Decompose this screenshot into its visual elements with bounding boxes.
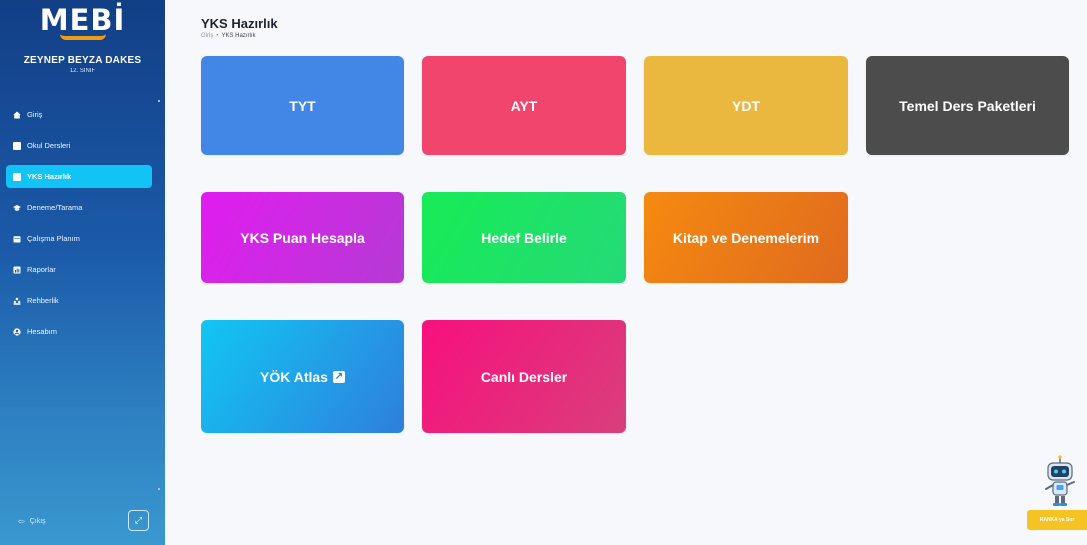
sidebar-item-rehberlik[interactable]: Rehberlik: [6, 289, 152, 312]
sidebar-item-label: Çalışma Planım: [27, 234, 80, 243]
tile-label: TYT: [289, 97, 316, 114]
sidebar-item-label: Giriş: [27, 110, 43, 119]
tile-canli-dersler[interactable]: Canlı Dersler: [422, 320, 626, 433]
tile-label: Kitap ve Denemelerim: [672, 229, 820, 246]
logout-icon: ⇦: [18, 517, 25, 526]
page-title: YKS Hazırlık: [201, 16, 278, 31]
user-class: 12. SINIF: [69, 68, 96, 74]
sidebar-item-label: Rehberlik: [27, 296, 59, 305]
tile-label: Hedef Belirle: [481, 229, 567, 246]
tile-label: YÖK Atlas: [260, 368, 328, 385]
tile-label: YKS Puan Hesapla: [240, 229, 365, 246]
logout-button[interactable]: ⇦ Çıkış: [18, 517, 46, 526]
logout-label: Çıkış: [29, 518, 46, 525]
sidebar-item-giris[interactable]: Giriş: [6, 103, 152, 126]
expand-button[interactable]: ⤢: [128, 510, 149, 531]
people-icon: [13, 297, 21, 305]
logo-text: MEBİ: [39, 3, 126, 37]
tile-hedef-belirle[interactable]: Hedef Belirle: [422, 192, 626, 283]
expand-icon: ⤢: [134, 515, 143, 525]
sidebar-menu: Giriş Okul Dersleri YKS Hazırlık Deneme/…: [6, 103, 152, 351]
calendar-icon: [13, 235, 21, 243]
tile-yks-puan-hesapla[interactable]: YKS Puan Hesapla: [201, 192, 404, 283]
breadcrumb-separator: •: [216, 33, 219, 39]
assistant-label: RANKA ya Sor: [1039, 517, 1075, 523]
divider-dot: [158, 100, 160, 102]
sidebar-item-deneme-tarama[interactable]: Deneme/Tarama: [6, 196, 152, 219]
book-icon: [13, 172, 21, 181]
sidebar-item-label: Deneme/Tarama: [27, 203, 83, 212]
tile-tyt[interactable]: TYT: [201, 56, 404, 155]
tile-label: YDT: [732, 97, 760, 114]
assistant-button[interactable]: RANKA ya Sor: [1027, 510, 1087, 530]
sidebar: MEBİ ZEYNEP BEYZA DAKES 12. SINIF Giriş …: [0, 0, 165, 545]
breadcrumb-home[interactable]: Giriş: [201, 33, 213, 39]
tile-ayt[interactable]: AYT: [422, 56, 626, 155]
external-link-icon: ↗: [332, 370, 345, 383]
sidebar-item-calisma-planim[interactable]: Çalışma Planım: [6, 227, 152, 250]
logo[interactable]: MEBİ: [0, 4, 165, 40]
report-icon: [13, 266, 21, 274]
sidebar-item-raporlar[interactable]: Raporlar: [6, 258, 152, 281]
user-circle-icon: [13, 327, 21, 336]
graduation-cap-icon: [13, 204, 21, 212]
tile-label: Canlı Dersler: [480, 368, 568, 385]
sidebar-item-label: YKS Hazırlık: [27, 172, 72, 181]
breadcrumb: Giriş • YKS Hazırlık: [201, 33, 255, 39]
tile-kitap-ve-denemelerim[interactable]: Kitap ve Denemelerim: [644, 192, 848, 283]
tile-label: AYT: [510, 97, 538, 114]
sidebar-item-okul-dersleri[interactable]: Okul Dersleri: [6, 134, 152, 157]
sidebar-item-label: Okul Dersleri: [27, 141, 71, 150]
sidebar-item-yks-hazirlik[interactable]: YKS Hazırlık: [6, 165, 152, 188]
sidebar-item-hesabim[interactable]: Hesabım: [6, 320, 152, 343]
tile-label: Temel Ders Paketleri: [899, 97, 1036, 114]
sidebar-item-label: Raporlar: [27, 265, 56, 274]
tile-temel-ders-paketleri[interactable]: Temel Ders Paketleri: [866, 56, 1069, 155]
book-icon: [13, 141, 21, 150]
sidebar-item-label: Hesabım: [27, 327, 58, 336]
user-name: ZEYNEP BEYZA DAKES: [23, 55, 142, 66]
home-icon: [13, 111, 21, 119]
breadcrumb-current: YKS Hazırlık: [221, 33, 256, 39]
tile-yok-atlas[interactable]: YÖK Atlas ↗: [201, 320, 404, 433]
robot-assistant-icon[interactable]: [1040, 455, 1080, 511]
divider-dot: [158, 488, 160, 490]
tile-ydt[interactable]: YDT: [644, 56, 848, 155]
